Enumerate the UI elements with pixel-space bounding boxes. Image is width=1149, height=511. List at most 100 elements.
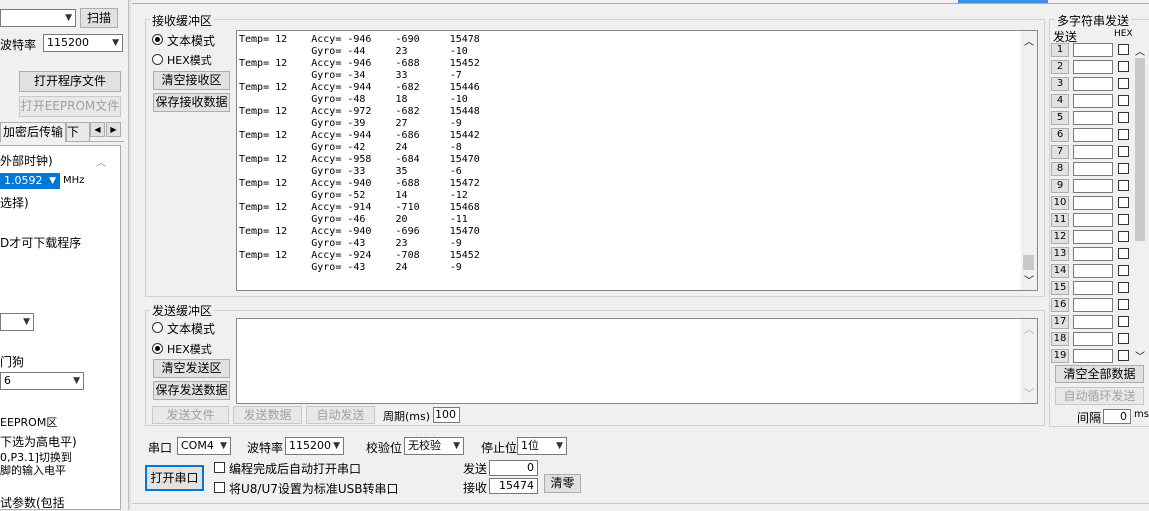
multi-row-hex-checkbox[interactable]: [1118, 214, 1129, 225]
multi-row-input[interactable]: [1073, 213, 1113, 227]
scroll-up-icon[interactable]: ︿: [1024, 33, 1034, 48]
multi-scrollbar[interactable]: ︿ ﹀: [1133, 43, 1147, 364]
interval-input[interactable]: 0: [1103, 409, 1131, 424]
parity-select[interactable]: 无校验 ▼: [404, 437, 464, 455]
serial-port-select[interactable]: COM4 ▼: [177, 437, 231, 455]
multi-row-send-button[interactable]: 12: [1051, 230, 1069, 244]
multi-row-send-button[interactable]: 18: [1051, 332, 1069, 346]
multi-row-input[interactable]: [1073, 145, 1113, 159]
multi-row-input[interactable]: [1073, 162, 1113, 176]
scan-button[interactable]: 扫描: [80, 8, 118, 28]
multi-row-hex-checkbox[interactable]: [1118, 248, 1129, 259]
open-serial-button[interactable]: 打开串口: [145, 465, 204, 491]
multi-row-hex-checkbox[interactable]: [1118, 282, 1129, 293]
multi-row-input[interactable]: [1073, 230, 1113, 244]
multi-row-send-button[interactable]: 6: [1051, 128, 1069, 142]
multi-row-hex-checkbox[interactable]: [1118, 163, 1129, 174]
usb-serial-checkbox[interactable]: [214, 482, 225, 493]
scroll-down-icon[interactable]: ﹀: [1024, 385, 1034, 400]
tab-encrypt[interactable]: 加密后传输: [0, 122, 66, 142]
tab-scroll-right-icon[interactable]: ▶: [106, 122, 121, 137]
multi-row-hex-checkbox[interactable]: [1118, 95, 1129, 106]
recv-hex-mode-radio[interactable]: [152, 54, 163, 65]
multi-row-send-button[interactable]: 8: [1051, 162, 1069, 176]
scroll-up-icon[interactable]: ︿: [1135, 43, 1145, 58]
multi-row-send-button[interactable]: 4: [1051, 94, 1069, 108]
scroll-thumb[interactable]: [1023, 255, 1034, 270]
multi-row-hex-checkbox[interactable]: [1118, 44, 1129, 55]
multi-row-send-button[interactable]: 3: [1051, 77, 1069, 91]
multi-row-input[interactable]: [1073, 77, 1113, 91]
multi-row-input[interactable]: [1073, 332, 1113, 346]
multi-row-send-button[interactable]: 16: [1051, 298, 1069, 312]
receive-scrollbar[interactable]: ︿ ﹀: [1021, 31, 1037, 290]
multi-row-send-button[interactable]: 17: [1051, 315, 1069, 329]
send-text-mode-radio[interactable]: [152, 322, 163, 333]
multi-row-input[interactable]: [1073, 196, 1113, 210]
multi-row-input[interactable]: [1073, 60, 1113, 74]
multi-row-hex-checkbox[interactable]: [1118, 146, 1129, 157]
auto-send-button[interactable]: 自动发送: [306, 406, 375, 424]
multi-row-send-button[interactable]: 1: [1051, 43, 1069, 57]
multi-row-input[interactable]: [1073, 264, 1113, 278]
multi-row-hex-checkbox[interactable]: [1118, 129, 1129, 140]
send-hex-mode-radio[interactable]: [152, 343, 163, 354]
multi-row-hex-checkbox[interactable]: [1118, 180, 1129, 191]
multi-row-hex-checkbox[interactable]: [1118, 112, 1129, 123]
tab-scroll-left-icon[interactable]: ◀: [90, 122, 105, 137]
scroll-thumb[interactable]: [1135, 58, 1145, 241]
multi-row-send-button[interactable]: 2: [1051, 60, 1069, 74]
multi-row-input[interactable]: [1073, 128, 1113, 142]
send-file-button[interactable]: 发送文件: [152, 406, 229, 424]
multi-row-hex-checkbox[interactable]: [1118, 350, 1129, 361]
receive-textarea[interactable]: Temp= 12 Accy= -946 -690 15478 Gyro= -44…: [236, 30, 1038, 291]
multi-row-send-button[interactable]: 11: [1051, 213, 1069, 227]
save-send-button[interactable]: 保存发送数据: [153, 381, 230, 400]
multi-row-send-button[interactable]: 7: [1051, 145, 1069, 159]
multi-row-hex-checkbox[interactable]: [1118, 316, 1129, 327]
multi-row-input[interactable]: [1073, 43, 1113, 57]
save-receive-button[interactable]: 保存接收数据: [153, 93, 230, 112]
scroll-down-icon[interactable]: ﹀: [1024, 272, 1034, 287]
recv-text-mode-radio[interactable]: [152, 34, 163, 45]
multi-row-hex-checkbox[interactable]: [1118, 265, 1129, 276]
freq-select[interactable]: 1.0592 ▼: [0, 173, 60, 189]
tab-download[interactable]: 下载: [66, 122, 90, 141]
scroll-down-icon[interactable]: ﹀: [1135, 348, 1145, 363]
clear-receive-button[interactable]: 清空接收区: [153, 71, 230, 90]
multi-row-hex-checkbox[interactable]: [1118, 61, 1129, 72]
multi-row-send-button[interactable]: 19: [1051, 349, 1069, 363]
multi-row-input[interactable]: [1073, 298, 1113, 312]
open-program-button[interactable]: 打开程序文件: [19, 71, 121, 92]
multi-row-input[interactable]: [1073, 111, 1113, 125]
auto-open-checkbox[interactable]: [214, 462, 225, 473]
period-input[interactable]: 100: [433, 407, 460, 423]
stop-bit-select[interactable]: 1位 ▼: [517, 437, 567, 455]
multi-row-input[interactable]: [1073, 247, 1113, 261]
multi-row-send-button[interactable]: 15: [1051, 281, 1069, 295]
multi-row-hex-checkbox[interactable]: [1118, 231, 1129, 242]
open-eeprom-button[interactable]: 打开EEPROM文件: [19, 96, 121, 117]
send-scrollbar[interactable]: ︿ ﹀: [1021, 319, 1037, 403]
multi-row-hex-checkbox[interactable]: [1118, 299, 1129, 310]
multi-row-input[interactable]: [1073, 315, 1113, 329]
multi-row-send-button[interactable]: 14: [1051, 264, 1069, 278]
auto-loop-button[interactable]: 自动循环发送: [1055, 387, 1144, 405]
watchdog-select[interactable]: 6 ▼: [0, 372, 84, 390]
left-baud-select[interactable]: 115200 ▼: [43, 34, 123, 52]
opt-select-2[interactable]: ▼: [0, 313, 34, 331]
multi-row-input[interactable]: [1073, 179, 1113, 193]
options-scroll-up-icon[interactable]: ︿: [96, 154, 106, 169]
multi-row-input[interactable]: [1073, 94, 1113, 108]
multi-row-input[interactable]: [1073, 281, 1113, 295]
clear-count-button[interactable]: 清零: [544, 474, 581, 493]
multi-row-send-button[interactable]: 9: [1051, 179, 1069, 193]
port-select[interactable]: ▼: [0, 9, 76, 27]
send-textarea[interactable]: ︿ ﹀: [236, 318, 1038, 404]
multi-row-send-button[interactable]: 13: [1051, 247, 1069, 261]
send-data-button[interactable]: 发送数据: [233, 406, 302, 424]
multi-row-hex-checkbox[interactable]: [1118, 333, 1129, 344]
clear-all-button[interactable]: 清空全部数据: [1055, 365, 1144, 383]
clear-send-button[interactable]: 清空发送区: [153, 359, 230, 378]
multi-row-input[interactable]: [1073, 349, 1113, 363]
